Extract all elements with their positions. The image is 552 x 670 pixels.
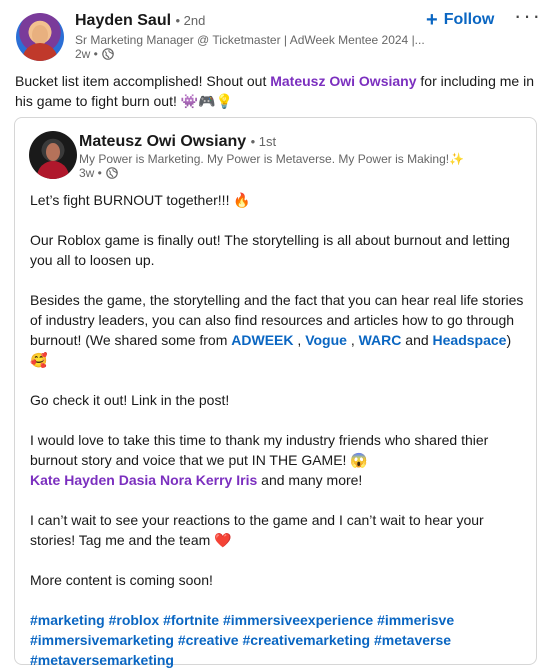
paragraph-5: I would love to take this time to thank … [30,430,525,490]
post-emojis: 👾🎮💡 [180,93,234,109]
post-time-text: 2w • [75,47,98,61]
hashtag[interactable]: #creative [178,632,239,648]
shared-author-avatar[interactable] [29,131,77,179]
follow-label: Follow [443,11,495,28]
paragraph-3: Besides the game, the storytelling and t… [30,290,525,370]
mention-kerry[interactable]: Kerry [196,472,233,488]
mention-dasia[interactable]: Dasia [119,472,156,488]
author-name-text[interactable]: Hayden Saul [75,12,171,29]
globe-icon [102,48,114,60]
mention-nora[interactable]: Nora [160,472,192,488]
shared-connection-degree: • 1st [250,134,277,149]
separator: and [401,332,433,348]
hashtags: #marketing #roblox #fortnite #immersivee… [30,610,525,670]
shared-author-headline: My Power is Marketing. My Power is Metav… [79,152,465,166]
shared-author-name-text[interactable]: Mateusz Owi Owsiany [79,133,246,150]
globe-icon [106,167,118,179]
hashtag[interactable]: #fortnite [163,612,219,628]
plus-icon: + [426,9,438,31]
link-warc[interactable]: WARC [359,332,402,348]
p5-end: and many more! [257,472,363,488]
paragraph-6: I can’t wait to see your reactions to th… [30,512,484,548]
author-avatar[interactable] [16,13,64,61]
link-headspace[interactable]: Headspace [433,332,507,348]
hashtag[interactable]: #immersivemarketing [30,632,174,648]
hashtag[interactable]: #metaverse [374,632,451,648]
paragraph-7: More content is coming soon! [30,572,213,588]
hashtag[interactable]: #immerisve [377,612,454,628]
paragraph-4: Go check it out! Link in the post! [30,392,230,408]
hashtag[interactable]: #immersiveexperience [223,612,373,628]
shared-post-time-text: 3w • [79,166,102,180]
mention-iris[interactable]: Iris [236,472,257,488]
hashtag[interactable]: #roblox [109,612,160,628]
paragraph-1: Let’s fight BURNOUT together!!! 🔥 [30,192,251,208]
hashtag[interactable]: #marketing [30,612,105,628]
more-options-icon[interactable]: ··· [514,5,542,27]
post-header: Hayden Saul • 2nd Sr Marketing Manager @… [0,0,552,70]
shared-post-card[interactable]: Mateusz Owi Owsiany • 1st My Power is Ma… [14,117,537,668]
mention-kate[interactable]: Kate [30,472,60,488]
link-adweek[interactable]: ADWEEK [231,332,293,348]
author-headline: Sr Marketing Manager @ Ticketmaster | Ad… [75,33,425,47]
mention-link[interactable]: Mateusz Owi Owsiany [270,73,416,89]
shared-post-time: 3w • [79,166,118,180]
follow-button[interactable]: + Follow [426,9,494,31]
post-text-part: Bucket list item accomplished! Shout out [15,73,271,89]
link-vogue[interactable]: Vogue [305,332,347,348]
mention-hayden[interactable]: Hayden [64,472,115,488]
p5-text: I would love to take this time to thank … [30,432,489,468]
connection-degree: • 2nd [175,13,206,28]
author-name[interactable]: Hayden Saul • 2nd [75,12,205,30]
paragraph-2: Our Roblox game is finally out! The stor… [30,232,510,268]
hashtag[interactable]: #creativemarketing [242,632,370,648]
separator: , [346,332,359,348]
shared-author-name[interactable]: Mateusz Owi Owsiany • 1st [79,133,276,151]
post-time: 2w • [75,47,114,61]
shared-post-body: Let’s fight BURNOUT together!!! 🔥 Our Ro… [30,190,525,670]
post-commentary: Bucket list item accomplished! Shout out… [15,71,535,111]
separator: , [293,332,306,348]
